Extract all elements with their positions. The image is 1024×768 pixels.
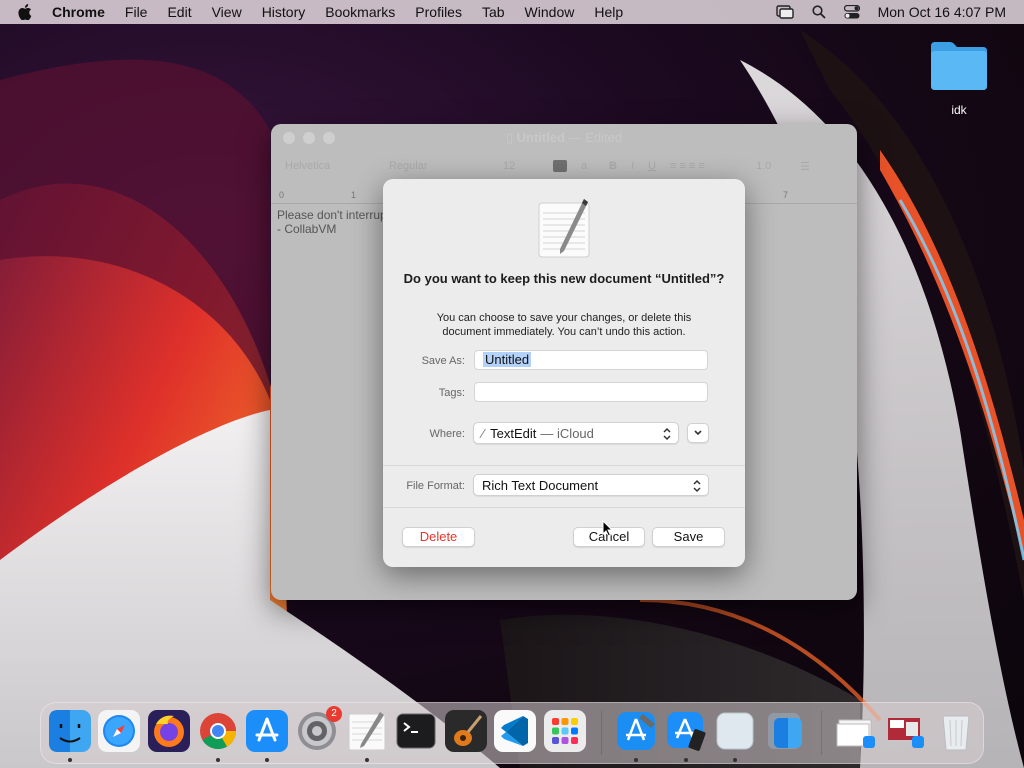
menu-app-chrome[interactable]: Chrome — [52, 4, 115, 20]
tags-label: Tags: — [438, 387, 465, 399]
underline-button[interactable]: U — [648, 160, 656, 172]
menu-profiles[interactable]: Profiles — [405, 4, 472, 20]
file-format-value: Rich Text Document — [482, 477, 599, 493]
simulator-icon[interactable] — [665, 710, 707, 752]
where-label: Where: — [429, 428, 465, 440]
menu-window[interactable]: Window — [515, 4, 585, 20]
firefox-icon[interactable] — [148, 710, 190, 752]
folder-icon — [931, 42, 987, 90]
system-preferences-icon[interactable]: 2 — [296, 706, 342, 752]
text-color-swatch[interactable] — [553, 160, 567, 172]
finder-icon[interactable] — [49, 710, 91, 752]
tags-field[interactable] — [474, 382, 708, 402]
save-dialog: Do you want to keep this new document “U… — [383, 179, 745, 567]
font-size-popup[interactable]: 12 — [503, 160, 539, 172]
menu-bookmarks[interactable]: Bookmarks — [315, 4, 405, 20]
font-family-popup[interactable]: Helvetica — [285, 160, 375, 172]
save-as-field[interactable]: Untitled — [474, 350, 708, 370]
dialog-divider — [383, 465, 745, 466]
menu-file[interactable]: File — [115, 4, 158, 20]
ruler-mark-1: 1 — [351, 190, 357, 200]
italic-button[interactable]: I — [631, 160, 634, 172]
mouse-cursor-icon — [602, 520, 614, 537]
notification-badge: 2 — [326, 706, 342, 722]
textedit-small-icon: ⁄ — [482, 425, 485, 441]
terminal-icon[interactable] — [395, 710, 437, 752]
menu-edit[interactable]: Edit — [157, 4, 201, 20]
textedit-titlebar: ▯ Untitled — Edited — [271, 124, 857, 152]
textedit-icon[interactable] — [346, 710, 388, 752]
where-popup[interactable]: ⁄ TextEdit — iCloud — [473, 422, 679, 444]
screenshots-stack-icon[interactable] — [884, 710, 926, 752]
bold-button[interactable]: B — [609, 160, 617, 172]
finder-migration-icon[interactable] — [764, 710, 806, 752]
dialog-title: Do you want to keep this new document “U… — [403, 271, 725, 286]
expand-button[interactable] — [687, 423, 709, 443]
menu-help[interactable]: Help — [584, 4, 633, 20]
menu-history[interactable]: History — [252, 4, 316, 20]
menu-view[interactable]: View — [202, 4, 252, 20]
chrome-icon[interactable] — [197, 710, 239, 752]
chevron-up-down-icon — [693, 479, 701, 493]
file-format-label: File Format: — [406, 480, 465, 492]
downloads-stack-icon[interactable] — [835, 710, 877, 752]
safari-icon[interactable] — [98, 710, 140, 752]
xcode-icon[interactable] — [615, 710, 657, 752]
garageband-icon[interactable] — [445, 710, 487, 752]
chevron-up-down-icon — [663, 427, 671, 441]
control-center-icon[interactable] — [843, 5, 860, 19]
window-title-text: Untitled — [516, 130, 566, 145]
where-suffix: — iCloud — [540, 425, 594, 441]
window-title: ▯ Untitled — Edited — [271, 130, 857, 146]
ruler-mark-0: 0 — [279, 190, 285, 200]
apple-menu-icon[interactable] — [18, 4, 38, 20]
delete-button[interactable]: Delete — [402, 527, 475, 547]
launchpad-icon[interactable] — [544, 710, 586, 752]
menubar-clock[interactable]: Mon Oct 16 4:07 PM — [878, 4, 1006, 20]
spotlight-search-icon[interactable] — [811, 5, 826, 19]
align-buttons[interactable]: ≡ ≡ ≡ ≡ — [670, 160, 742, 172]
menu-bar: Chrome File Edit View History Bookmarks … — [0, 0, 1024, 24]
chevron-down-icon — [694, 430, 702, 436]
save-as-label: Save As: — [421, 355, 465, 367]
font-style-popup[interactable]: Regular — [389, 160, 489, 172]
dock: 2 — [40, 702, 984, 764]
list-popup[interactable]: ☰ — [800, 160, 810, 173]
ruler-mark-7: 7 — [783, 190, 789, 200]
window-title-suffix: — Edited — [568, 130, 623, 145]
preview-icon[interactable] — [714, 710, 756, 752]
menu-tab[interactable]: Tab — [472, 4, 515, 20]
highlight-color-icon[interactable]: a — [581, 160, 595, 172]
desktop-folder[interactable]: idk — [926, 38, 992, 117]
dialog-divider-2 — [383, 507, 745, 508]
dialog-message: You can choose to save your changes, or … — [436, 312, 692, 338]
save-button[interactable]: Save — [652, 527, 725, 547]
save-as-value: Untitled — [483, 352, 532, 367]
trash-icon[interactable] — [935, 710, 977, 752]
screen-mirroring-icon[interactable] — [775, 5, 794, 19]
folder-label: idk — [951, 103, 967, 117]
file-format-popup[interactable]: Rich Text Document — [473, 474, 709, 496]
app-store-icon[interactable] — [246, 710, 288, 752]
textedit-app-icon — [535, 197, 593, 259]
line-spacing-popup[interactable]: 1.0 — [756, 160, 786, 172]
format-toolbar: Helvetica Regular 12 a B I U ≡ ≡ ≡ ≡ 1.0… — [271, 152, 857, 180]
document-icon: ▯ — [505, 130, 517, 145]
where-value: TextEdit — [490, 425, 537, 441]
vscode-icon[interactable] — [494, 710, 536, 752]
